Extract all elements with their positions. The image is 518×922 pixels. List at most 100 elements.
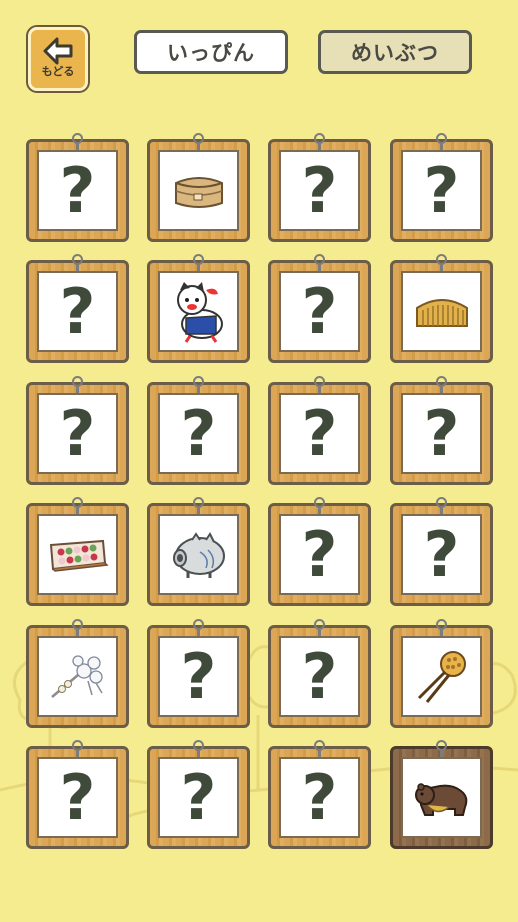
card-slot: ? bbox=[279, 150, 360, 231]
hanging-hook-icon bbox=[436, 619, 447, 637]
card-slot: ? bbox=[401, 150, 482, 231]
hanging-hook-icon bbox=[314, 133, 325, 151]
card-slot bbox=[37, 514, 118, 595]
inu-hariko-dog-toy-icon bbox=[172, 280, 226, 344]
collection-card-unknown[interactable]: ? bbox=[390, 497, 493, 606]
collection-card-unknown[interactable]: ? bbox=[268, 619, 371, 728]
collection-card-unknown[interactable]: ? bbox=[268, 133, 371, 242]
question-mark-icon: ? bbox=[423, 153, 460, 227]
wooden-comb-icon bbox=[413, 292, 471, 332]
card-slot: ? bbox=[279, 514, 360, 595]
card-slot: ? bbox=[37, 757, 118, 838]
question-mark-icon: ? bbox=[180, 639, 217, 713]
bear-carving-icon bbox=[411, 775, 473, 821]
card-slot bbox=[158, 514, 239, 595]
card-slot: ? bbox=[158, 393, 239, 474]
sweets-box-icon bbox=[47, 537, 109, 573]
hanging-hook-icon bbox=[314, 254, 325, 272]
card-slot: ? bbox=[37, 150, 118, 231]
collection-card-unknown[interactable]: ? bbox=[268, 740, 371, 849]
collection-card-unknown[interactable]: ? bbox=[26, 254, 129, 363]
hanging-hook-icon bbox=[193, 254, 204, 272]
card-slot bbox=[37, 636, 118, 717]
tab-specialties[interactable]: めいぶつ bbox=[318, 30, 472, 74]
collection-card-unknown[interactable]: ? bbox=[147, 619, 250, 728]
card-slot: ? bbox=[37, 393, 118, 474]
hanging-hook-icon bbox=[314, 740, 325, 758]
question-mark-icon: ? bbox=[59, 396, 96, 470]
hanging-hook-icon bbox=[314, 497, 325, 515]
pig-incense-holder-icon bbox=[170, 530, 228, 580]
collection-card-unknown[interactable]: ? bbox=[268, 254, 371, 363]
wooden-lunchbox-icon bbox=[170, 169, 228, 213]
hanging-hook-icon bbox=[314, 376, 325, 394]
question-mark-icon: ? bbox=[180, 396, 217, 470]
question-mark-icon: ? bbox=[423, 396, 460, 470]
collection-card-wooden-lunchbox[interactable] bbox=[147, 133, 250, 242]
question-mark-icon: ? bbox=[301, 153, 338, 227]
collection-card-unknown[interactable]: ? bbox=[390, 376, 493, 485]
hanging-hook-icon bbox=[193, 376, 204, 394]
card-slot: ? bbox=[279, 271, 360, 352]
back-button-label: もどる bbox=[41, 65, 75, 78]
collection-card-tortoiseshell-hairpin[interactable] bbox=[390, 619, 493, 728]
tab-items[interactable]: いっぴん bbox=[134, 30, 288, 74]
question-mark-icon: ? bbox=[301, 274, 338, 348]
collection-card-unknown[interactable]: ? bbox=[268, 376, 371, 485]
card-slot bbox=[158, 150, 239, 231]
collection-card-unknown[interactable]: ? bbox=[390, 133, 493, 242]
hanging-hook-icon bbox=[72, 740, 83, 758]
back-arrow-icon bbox=[43, 37, 73, 65]
collection-card-flower-hairpin[interactable] bbox=[26, 619, 129, 728]
hanging-hook-icon bbox=[72, 497, 83, 515]
question-mark-icon: ? bbox=[301, 760, 338, 834]
hanging-hook-icon bbox=[193, 133, 204, 151]
question-mark-icon: ? bbox=[301, 396, 338, 470]
question-mark-icon: ? bbox=[301, 639, 338, 713]
question-mark-icon: ? bbox=[301, 517, 338, 591]
hanging-hook-icon bbox=[72, 619, 83, 637]
collection-card-unknown[interactable]: ? bbox=[268, 497, 371, 606]
card-slot: ? bbox=[279, 393, 360, 474]
card-slot bbox=[401, 271, 482, 352]
hanging-hook-icon bbox=[436, 133, 447, 151]
flower-hairpin-icon bbox=[48, 651, 108, 703]
question-mark-icon: ? bbox=[423, 517, 460, 591]
hanging-hook-icon bbox=[314, 619, 325, 637]
tortoiseshell-hairpin-icon bbox=[413, 648, 471, 706]
hanging-hook-icon bbox=[193, 619, 204, 637]
question-mark-icon: ? bbox=[59, 760, 96, 834]
collection-card-sweets-box[interactable] bbox=[26, 497, 129, 606]
question-mark-icon: ? bbox=[59, 153, 96, 227]
hanging-hook-icon bbox=[193, 497, 204, 515]
collection-card-wooden-comb[interactable] bbox=[390, 254, 493, 363]
hanging-hook-icon bbox=[436, 254, 447, 272]
collection-card-unknown[interactable]: ? bbox=[26, 376, 129, 485]
card-slot bbox=[401, 757, 482, 838]
card-slot: ? bbox=[158, 757, 239, 838]
collection-card-inu-hariko-dog-toy[interactable] bbox=[147, 254, 250, 363]
hanging-hook-icon bbox=[436, 497, 447, 515]
hanging-hook-icon bbox=[436, 376, 447, 394]
collection-card-unknown[interactable]: ? bbox=[147, 376, 250, 485]
card-slot bbox=[401, 636, 482, 717]
card-slot: ? bbox=[279, 636, 360, 717]
hanging-hook-icon bbox=[193, 740, 204, 758]
question-mark-icon: ? bbox=[180, 760, 217, 834]
card-slot: ? bbox=[279, 757, 360, 838]
hanging-hook-icon bbox=[72, 376, 83, 394]
collection-card-pig-incense-holder[interactable] bbox=[147, 497, 250, 606]
hanging-hook-icon bbox=[436, 740, 447, 758]
collection-card-unknown[interactable]: ? bbox=[26, 740, 129, 849]
card-slot: ? bbox=[37, 271, 118, 352]
card-slot bbox=[158, 271, 239, 352]
hanging-hook-icon bbox=[72, 254, 83, 272]
collection-card-bear-carving[interactable] bbox=[390, 740, 493, 849]
card-slot: ? bbox=[401, 393, 482, 474]
back-button[interactable]: もどる bbox=[28, 27, 88, 91]
question-mark-icon: ? bbox=[59, 274, 96, 348]
card-slot: ? bbox=[401, 514, 482, 595]
collection-card-unknown[interactable]: ? bbox=[26, 133, 129, 242]
collection-card-unknown[interactable]: ? bbox=[147, 740, 250, 849]
card-slot: ? bbox=[158, 636, 239, 717]
